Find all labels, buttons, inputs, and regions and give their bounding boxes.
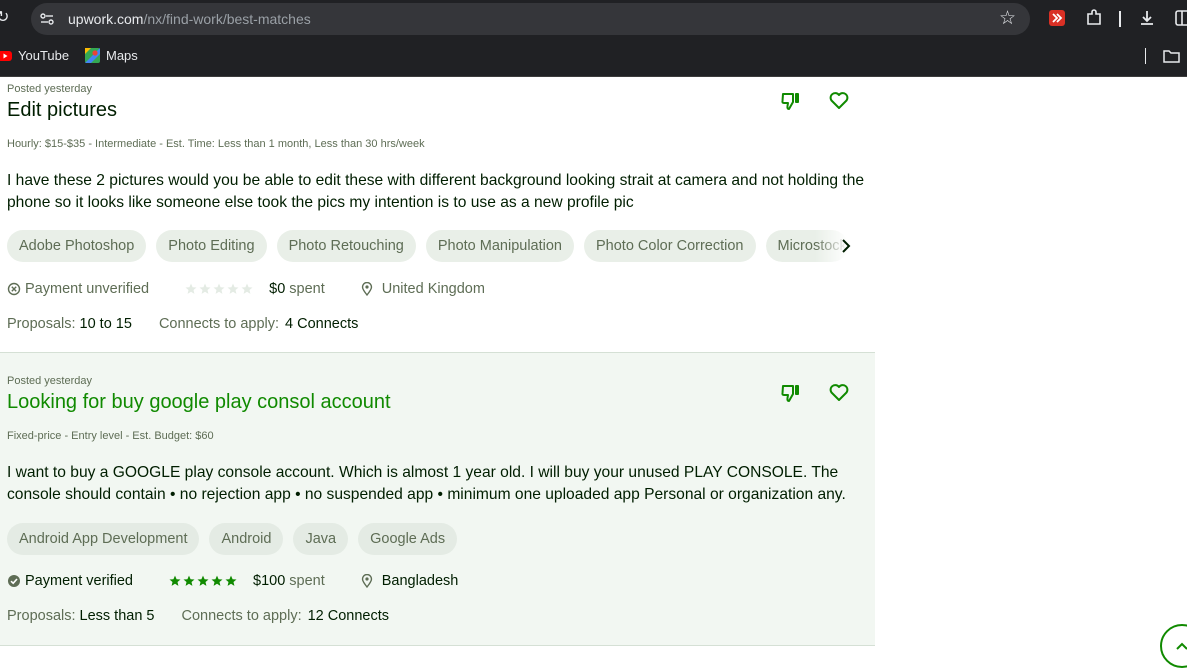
- star-icon: [185, 283, 197, 294]
- star-icon: [241, 283, 253, 294]
- posted-time: Posted yesterday: [7, 83, 92, 95]
- scroll-to-top-button[interactable]: [1160, 624, 1187, 668]
- job-meta: Hourly: $15-$35 - Intermediate - Est. Ti…: [7, 138, 425, 150]
- extensions-puzzle-icon[interactable]: [1085, 9, 1103, 27]
- job-meta: Fixed-price - Entry level - Est. Budget:…: [7, 430, 214, 442]
- skill-chip[interactable]: Java: [293, 523, 349, 555]
- posted-time: Posted yesterday: [7, 375, 92, 387]
- payment-status: Payment unverified: [25, 281, 150, 297]
- star-icon: [225, 575, 237, 586]
- location-icon: [361, 574, 372, 588]
- connects-value: 4 Connects: [285, 316, 359, 332]
- job-tile[interactable]: Posted yesterday Edit pictures Hourly: $…: [0, 77, 875, 353]
- client-location: United Kingdom: [381, 281, 485, 297]
- thumbs-down-icon[interactable]: [780, 382, 802, 404]
- side-panel-icon[interactable]: [1175, 9, 1187, 27]
- job-description: I want to buy a GOOGLE play console acco…: [7, 464, 846, 503]
- heart-icon[interactable]: [828, 382, 850, 404]
- bookmark-label: Maps: [106, 48, 138, 63]
- bookmarks-bar: YouTube Maps: [0, 38, 1187, 77]
- download-icon[interactable]: [1138, 9, 1156, 27]
- url-text: upwork.com/nx/find-work/best-matches: [68, 11, 311, 27]
- browser-toolbar: ↻ upwork.com/nx/find-work/best-matches ☆: [0, 0, 1187, 38]
- spent-label: spent: [289, 281, 325, 297]
- skills-list: Adobe Photoshop Photo Editing Photo Reto…: [7, 230, 848, 262]
- skill-chip[interactable]: Photo Retouching: [276, 230, 416, 262]
- star-icon: [169, 575, 181, 586]
- url-domain: upwork.com: [68, 11, 144, 27]
- job-title[interactable]: Edit pictures: [7, 99, 117, 122]
- client-info: Payment verified $100 spent Bangladesh: [7, 573, 458, 589]
- skill-chip[interactable]: Adobe Photoshop: [7, 230, 147, 262]
- skill-chip[interactable]: Photo Manipulation: [425, 230, 574, 262]
- rating-stars: [185, 283, 253, 295]
- skill-chip[interactable]: Photo Editing: [156, 230, 267, 262]
- proposals-info: Proposals: Less than 5 Connects to apply…: [7, 608, 389, 624]
- verified-check-icon: [8, 575, 20, 587]
- bookmark-youtube[interactable]: YouTube: [0, 48, 69, 63]
- proposals-label: Proposals:: [7, 608, 76, 624]
- unverified-icon: [7, 282, 21, 296]
- skill-chip[interactable]: Google Ads: [358, 523, 458, 555]
- site-settings-icon[interactable]: [40, 12, 54, 26]
- toolbar-divider: [1119, 11, 1121, 27]
- chevron-right-icon[interactable]: [840, 238, 852, 254]
- maps-icon: [85, 48, 100, 63]
- youtube-icon: [0, 50, 12, 61]
- star-icon: [211, 575, 223, 586]
- star-icon: [199, 283, 211, 294]
- url-path: /nx/find-work/best-matches: [143, 11, 311, 27]
- connects-value: 12 Connects: [307, 608, 390, 624]
- reload-icon[interactable]: ↻: [0, 10, 12, 26]
- bookmark-star-icon[interactable]: ☆: [999, 9, 1016, 28]
- spent-label: spent: [289, 573, 325, 589]
- arrow-up-icon: [1176, 642, 1187, 650]
- client-location: Bangladesh: [381, 573, 459, 589]
- spent-amount: $100: [253, 573, 286, 589]
- job-description: I have these 2 pictures would you be abl…: [7, 172, 865, 211]
- bookmark-label: YouTube: [18, 48, 70, 63]
- payment-status: Payment verified: [25, 573, 133, 589]
- folder-icon[interactable]: [1163, 49, 1180, 63]
- proposals-value: 10 to 15: [79, 316, 132, 332]
- client-info: Payment unverified $0 spent United Kingd…: [7, 281, 485, 297]
- star-icon: [197, 575, 209, 586]
- proposals-label: Proposals:: [7, 316, 76, 332]
- proposals-info: Proposals: 10 to 15 Connects to apply: 4…: [7, 316, 358, 332]
- connects-label: Connects to apply:: [158, 316, 280, 332]
- extension-icon[interactable]: [1048, 9, 1066, 27]
- star-icon: [213, 283, 225, 294]
- skill-chip[interactable]: Android App Development: [7, 523, 200, 555]
- job-tile[interactable]: Posted yesterday Looking for buy google …: [0, 353, 875, 646]
- skill-chip[interactable]: Photo Color Correction: [584, 230, 756, 262]
- spent-amount: $0: [269, 281, 286, 297]
- connects-label: Connects to apply:: [181, 608, 302, 624]
- star-icon: [227, 283, 239, 294]
- skill-chip[interactable]: Microstock: [765, 230, 848, 262]
- location-icon: [361, 282, 372, 296]
- skills-list: Android App Development Android Java Goo…: [7, 523, 458, 555]
- star-icon: [183, 575, 195, 586]
- address-bar[interactable]: upwork.com/nx/find-work/best-matches ☆: [31, 3, 1030, 35]
- bookmark-maps[interactable]: Maps: [85, 48, 138, 63]
- proposals-value: Less than 5: [79, 608, 155, 624]
- heart-icon[interactable]: [828, 90, 850, 112]
- thumbs-down-icon[interactable]: [780, 90, 802, 112]
- rating-stars: [169, 575, 237, 587]
- bookmarks-divider: [1145, 48, 1146, 64]
- skill-chip[interactable]: Android: [209, 523, 284, 555]
- job-title[interactable]: Looking for buy google play consol accou…: [7, 391, 391, 414]
